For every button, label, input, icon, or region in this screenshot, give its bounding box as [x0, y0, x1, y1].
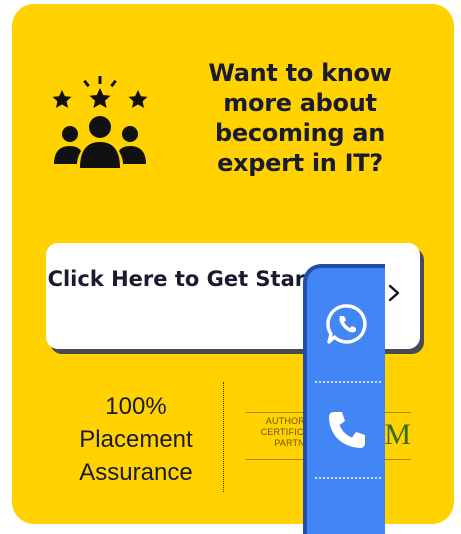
promo-card: Want to know more about becoming an expe…	[12, 4, 454, 524]
section-divider	[223, 382, 224, 492]
get-started-label: Click Here to Get Started	[47, 267, 345, 291]
whatsapp-button[interactable]	[307, 276, 385, 374]
phone-button[interactable]	[307, 382, 385, 480]
placement-assurance: 100% Placement Assurance	[79, 393, 193, 486]
phone-icon	[329, 412, 365, 448]
whatsapp-icon	[326, 304, 367, 344]
chevron-right-icon	[388, 284, 400, 302]
contact-divider	[315, 477, 381, 479]
promo-headline: Want to know more about becoming an expe…	[208, 59, 392, 177]
partner-logo: M	[384, 418, 411, 451]
rated-team-icon	[52, 76, 148, 168]
contact-bar	[303, 264, 385, 534]
